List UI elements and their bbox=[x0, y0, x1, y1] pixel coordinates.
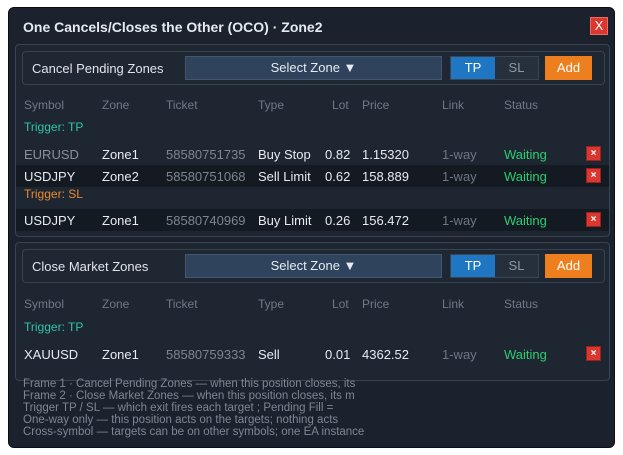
note-line: Cross-symbol — targets can be on other s… bbox=[23, 426, 365, 438]
note-line: One-way only — this position acts on the… bbox=[23, 414, 339, 426]
sl-toggle-button[interactable]: SL bbox=[495, 57, 538, 79]
status-cell: Waiting bbox=[504, 169, 547, 184]
add-button[interactable]: Add bbox=[545, 56, 592, 80]
delete-row-button[interactable]: × bbox=[586, 168, 601, 183]
column-header-lot: Lot bbox=[332, 297, 349, 311]
help-notes: Frame 1 · Cancel Pending Zones — when th… bbox=[23, 378, 364, 438]
link-cell: 1-way bbox=[442, 147, 477, 162]
column-header-zone: Zone bbox=[102, 98, 130, 112]
symbol-cell: USDJPY bbox=[24, 213, 76, 228]
zone-cell: Zone2 bbox=[102, 169, 139, 184]
trigger-tp-label: Trigger: TP bbox=[24, 120, 84, 134]
note-line: Frame 2 · Close Market Zones — when this… bbox=[23, 390, 355, 402]
zone-cell: Zone1 bbox=[102, 147, 139, 162]
tp-sl-toggle: TP SL bbox=[450, 56, 539, 80]
column-header-symbol: Symbol bbox=[24, 98, 65, 112]
column-header-ticket: Ticket bbox=[166, 297, 198, 311]
price-cell: 1.15320 bbox=[362, 147, 409, 162]
table-row: XAUUSD Zone1 58580759333 Sell 0.01 4362.… bbox=[16, 343, 609, 365]
window-title: One Cancels/Closes the Other (OCO) · Zon… bbox=[23, 19, 323, 35]
sl-toggle-button[interactable]: SL bbox=[495, 255, 538, 277]
tp-toggle-button[interactable]: TP bbox=[451, 255, 495, 277]
trigger-tp-label: Trigger: TP bbox=[24, 320, 84, 334]
frame-title: Close Market Zones bbox=[32, 259, 149, 274]
frame-title: Cancel Pending Zones bbox=[32, 61, 164, 76]
add-button[interactable]: Add bbox=[545, 254, 592, 278]
column-header-lot: Lot bbox=[332, 98, 349, 112]
delete-row-button[interactable]: × bbox=[586, 212, 601, 227]
symbol-cell: USDJPY bbox=[24, 169, 76, 184]
column-header-link: Link bbox=[442, 297, 465, 311]
table-row: USDJPY Zone2 58580751068 Sell Limit 0.62… bbox=[16, 165, 609, 187]
lot-cell: 0.01 bbox=[325, 347, 351, 362]
link-cell: 1-way bbox=[442, 213, 477, 228]
zone-cell: Zone1 bbox=[102, 347, 139, 362]
cancel-pending-frame: Cancel Pending Zones Select Zone ▼ TP SL… bbox=[15, 44, 610, 237]
select-zone-dropdown[interactable]: Select Zone ▼ bbox=[185, 254, 442, 278]
type-cell: Buy Limit bbox=[258, 213, 312, 228]
price-cell: 158.889 bbox=[362, 169, 409, 184]
status-cell: Waiting bbox=[504, 147, 547, 162]
delete-row-button[interactable]: × bbox=[586, 346, 601, 361]
symbol-cell: EURUSD bbox=[24, 147, 79, 162]
ticket-cell: 58580759333 bbox=[166, 347, 246, 362]
type-cell: Sell bbox=[258, 347, 280, 362]
type-cell: Buy Stop bbox=[258, 147, 311, 162]
ticket-cell: 58580740969 bbox=[166, 213, 246, 228]
column-header-price: Price bbox=[362, 297, 390, 311]
ticket-cell: 58580751735 bbox=[166, 147, 246, 162]
column-header-type: Type bbox=[258, 98, 285, 112]
table-row: EURUSD Zone1 58580751735 Buy Stop 0.82 1… bbox=[16, 143, 609, 165]
oco-window: One Cancels/Closes the Other (OCO) · Zon… bbox=[8, 7, 615, 448]
note-line: Frame 1 · Cancel Pending Zones — when th… bbox=[23, 378, 356, 390]
symbol-cell: XAUUSD bbox=[24, 347, 79, 362]
column-header-status: Status bbox=[504, 98, 539, 112]
column-header-status: Status bbox=[504, 297, 539, 311]
tp-sl-toggle: TP SL bbox=[450, 254, 539, 278]
tp-toggle-button[interactable]: TP bbox=[451, 57, 495, 79]
lot-cell: 0.62 bbox=[325, 169, 351, 184]
zone-cell: Zone1 bbox=[102, 213, 139, 228]
status-cell: Waiting bbox=[504, 213, 547, 228]
column-header-link: Link bbox=[442, 98, 465, 112]
link-cell: 1-way bbox=[442, 347, 477, 362]
column-header-price: Price bbox=[362, 98, 390, 112]
close-market-header: Close Market Zones Select Zone ▼ TP SL A… bbox=[22, 249, 605, 283]
link-cell: 1-way bbox=[442, 169, 477, 184]
close-market-frame: Close Market Zones Select Zone ▼ TP SL A… bbox=[15, 242, 610, 381]
cancel-pending-header: Cancel Pending Zones Select Zone ▼ TP SL… bbox=[22, 51, 605, 85]
column-header-symbol: Symbol bbox=[24, 297, 65, 311]
title-bar: One Cancels/Closes the Other (OCO) · Zon… bbox=[9, 8, 614, 44]
column-header-ticket: Ticket bbox=[166, 98, 198, 112]
type-cell: Sell Limit bbox=[258, 169, 311, 184]
price-cell: 156.472 bbox=[362, 213, 409, 228]
lot-cell: 0.26 bbox=[325, 213, 351, 228]
note-line: Trigger TP / SL — which exit fires each … bbox=[23, 402, 334, 414]
column-header-type: Type bbox=[258, 297, 285, 311]
select-zone-dropdown[interactable]: Select Zone ▼ bbox=[185, 56, 442, 80]
ticket-cell: 58580751068 bbox=[166, 169, 246, 184]
trigger-sl-label: Trigger: SL bbox=[24, 187, 83, 201]
price-cell: 4362.52 bbox=[362, 347, 409, 362]
close-window-button[interactable]: X bbox=[590, 17, 608, 35]
status-cell: Waiting bbox=[504, 347, 547, 362]
column-header-zone: Zone bbox=[102, 297, 130, 311]
delete-row-button[interactable]: × bbox=[586, 146, 601, 161]
table-row: USDJPY Zone1 58580740969 Buy Limit 0.26 … bbox=[16, 209, 609, 231]
lot-cell: 0.82 bbox=[325, 147, 351, 162]
